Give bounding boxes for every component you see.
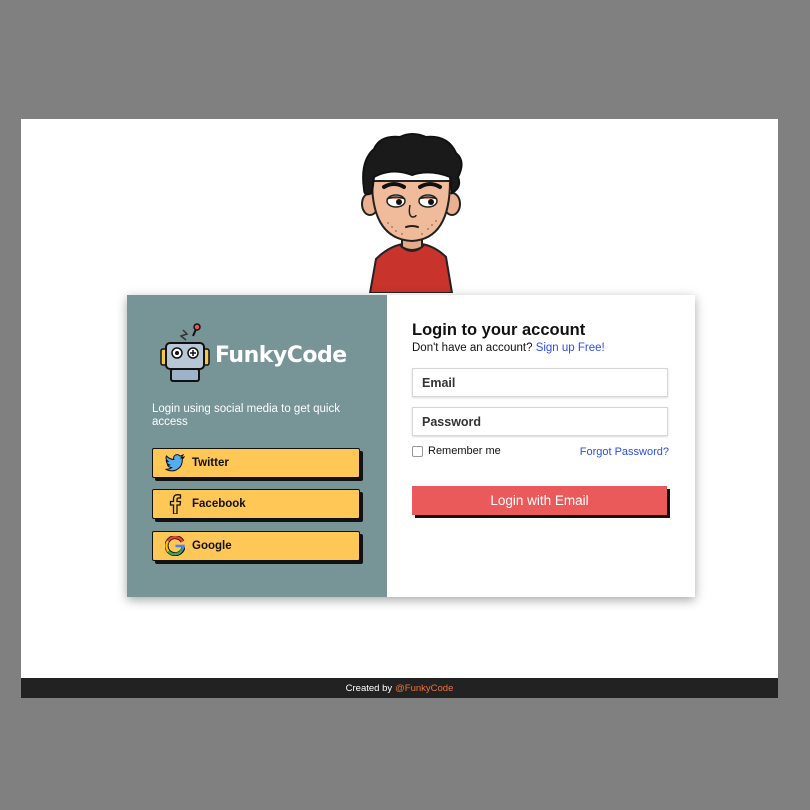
remember-me-label: Remember me [428, 445, 501, 457]
character-illustration [361, 133, 463, 293]
footer-author-link[interactable]: @FunkyCode [395, 683, 453, 694]
page-frame: FunkyCode Login using social media to ge… [21, 119, 778, 698]
brand: FunkyCode [159, 322, 347, 382]
brand-name: FunkyCode [215, 342, 347, 368]
login-card: FunkyCode Login using social media to ge… [127, 295, 695, 597]
remember-me-checkbox[interactable] [412, 445, 423, 457]
robot-logo [160, 323, 210, 382]
twitter-icon [164, 452, 186, 474]
forgot-password-link[interactable]: Forgot Password? [580, 446, 669, 458]
facebook-button-label: Facebook [192, 498, 246, 510]
google-login-button[interactable]: Google [152, 531, 360, 561]
signup-prompt: Don't have an account? Sign up Free! [412, 342, 605, 354]
footer-created-by: Created by [345, 682, 393, 694]
google-icon [164, 535, 186, 557]
email-login-panel: Login to your account Don't have an acco… [387, 295, 695, 597]
signup-link[interactable]: Sign up Free! [536, 342, 605, 354]
login-title: Login to your account [412, 321, 586, 339]
social-panel: FunkyCode Login using social media to ge… [127, 295, 387, 597]
password-field[interactable] [412, 407, 668, 436]
email-field[interactable] [412, 368, 668, 397]
facebook-login-button[interactable]: Facebook [152, 489, 360, 519]
twitter-button-label: Twitter [192, 457, 229, 469]
google-button-label: Google [192, 540, 232, 552]
remember-me[interactable]: Remember me [412, 445, 501, 457]
social-tagline: Login using social media to get quick ac… [152, 403, 340, 428]
login-with-email-button[interactable]: Login with Email [412, 486, 667, 515]
facebook-icon [164, 493, 186, 515]
twitter-login-button[interactable]: Twitter [152, 448, 360, 478]
footer: Created by @FunkyCode [21, 678, 778, 698]
no-account-text: Don't have an account? [412, 342, 533, 354]
